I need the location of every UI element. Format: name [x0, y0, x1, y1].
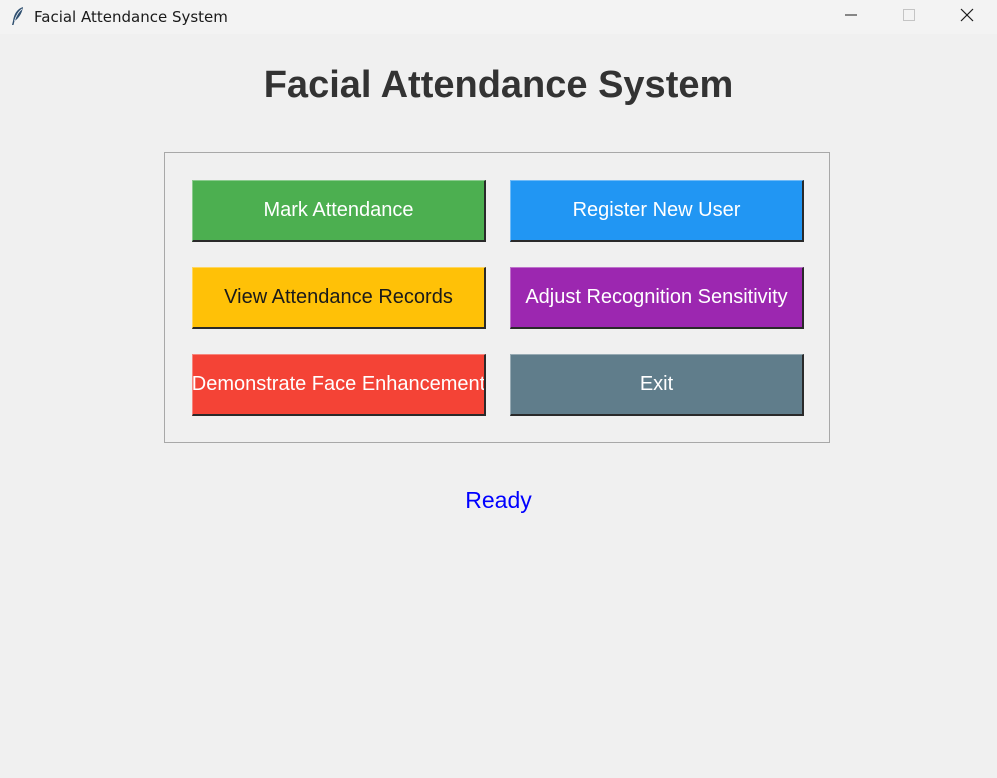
minimize-icon — [845, 8, 857, 26]
maximize-button[interactable] — [880, 0, 938, 34]
adjust-recognition-sensitivity-button[interactable]: Adjust Recognition Sensitivity — [510, 267, 804, 329]
close-icon — [960, 8, 974, 27]
button-panel: Mark Attendance Register New User View A… — [164, 152, 830, 443]
register-new-user-button[interactable]: Register New User — [510, 180, 804, 242]
title-bar[interactable]: Facial Attendance System — [0, 0, 997, 34]
feather-icon — [10, 6, 26, 26]
view-attendance-records-button[interactable]: View Attendance Records — [192, 267, 486, 329]
window-title: Facial Attendance System — [34, 8, 228, 26]
maximize-icon — [903, 8, 915, 26]
close-button[interactable] — [938, 0, 996, 34]
demonstrate-face-enhancement-button[interactable]: Demonstrate Face Enhancement — [192, 354, 486, 416]
mark-attendance-button[interactable]: Mark Attendance — [192, 180, 486, 242]
status-label: Ready — [465, 487, 532, 513]
page-title: Facial Attendance System — [263, 64, 734, 106]
app-window: Facial Attendance System Facial Attendan… — [0, 0, 997, 778]
minimize-button[interactable] — [822, 0, 880, 34]
exit-button[interactable]: Exit — [510, 354, 804, 416]
